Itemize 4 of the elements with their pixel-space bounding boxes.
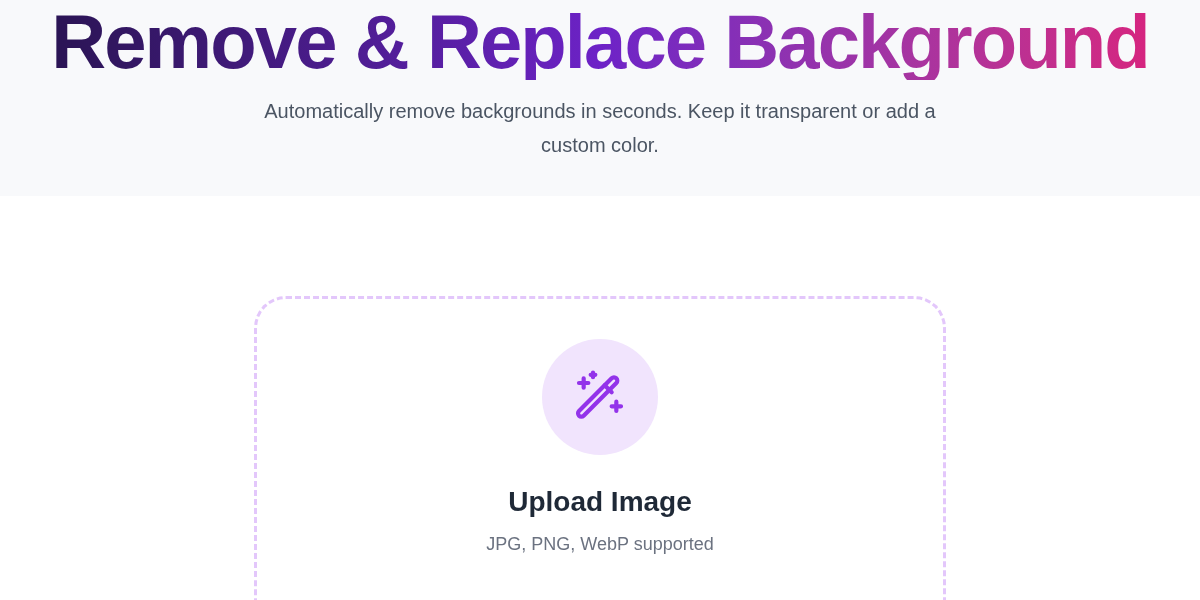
upload-dropzone[interactable]: Upload Image JPG, PNG, WebP supported — [254, 296, 946, 600]
upload-hint: JPG, PNG, WebP supported — [486, 533, 714, 556]
upload-title: Upload Image — [508, 485, 692, 519]
subtitle: Automatically remove backgrounds in seconds. Keep it transparent or add a custom color. — [263, 99, 937, 158]
